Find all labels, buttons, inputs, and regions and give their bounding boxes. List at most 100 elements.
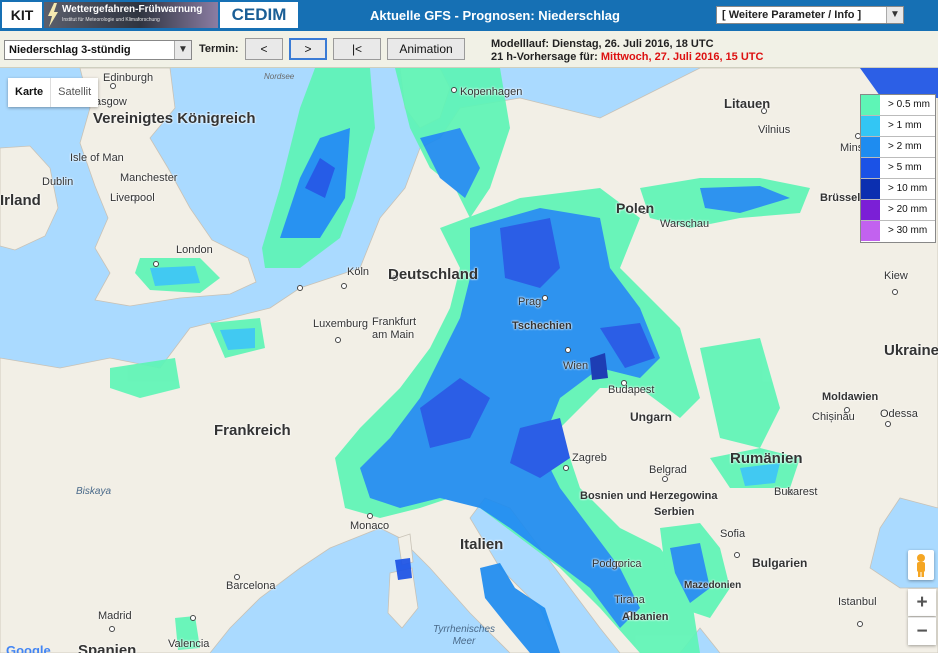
country-label-rumaenien: Rumänien [730,450,803,467]
country-label-tschechien: Tschechien [512,320,572,332]
country-label-moldawien: Moldawien [822,391,879,403]
legend-row: > 10 mm [861,179,935,200]
chevron-down-icon: ▼ [174,41,191,59]
city-label-liverpool: Liverpool [110,192,155,204]
precipitation-legend: > 0.5 mm > 1 mm > 2 mm > 5 mm > 10 mm > … [860,94,936,243]
legend-row: > 5 mm [861,158,935,179]
country-label-italien: Italien [460,536,504,553]
product-select[interactable]: Niederschlag 3-stündig ▼ [4,40,192,60]
city-label-istanbul: Istanbul [838,596,877,608]
city-label-kopenhagen: Kopenhagen [460,86,523,98]
country-label-bosnien: Bosnien und Herzegowina [580,490,718,502]
wettergefahren-logo-title: Wettergefahren-Frühwarnung [62,4,203,15]
legend-swatch-4 [861,179,880,199]
wettergefahren-logo-subtitle: Institut für Meteorologie und Klimaforsc… [62,17,160,23]
legend-label: > 5 mm [888,162,922,173]
next-button[interactable]: > [289,38,327,60]
map-type-control: Karte Satellit [8,78,99,107]
country-label-ungarn: Ungarn [630,410,672,424]
page-title: Aktuelle GFS - Prognosen: Niederschlag [370,8,620,23]
forecast-prefix: 21 h-Vorhersage für: [491,51,598,63]
parameter-info-select-value: [ Weitere Parameter / Info ] [722,9,862,21]
precipitation-map[interactable]: Vereinigtes Königreich Irland Frankreich… [0,68,938,653]
city-label-barcelona: Barcelona [226,580,276,592]
city-label-podgorica: Podgorica [592,558,642,570]
country-label-mazedonien: Mazedonien [684,580,742,591]
legend-swatch-1 [861,116,880,136]
country-label-ukraine: Ukraine [884,342,938,359]
country-label-bulgarien: Bulgarien [752,556,808,570]
app-header: KIT Wettergefahren-Frühwarnung Institut … [0,0,938,31]
city-label-valencia: Valencia [168,638,210,650]
city-label-wien: Wien [563,360,589,372]
country-label-litauen: Litauen [724,96,771,111]
toolbar: Niederschlag 3-stündig ▼ Termin: < > |< … [0,31,938,68]
city-label-luxemburg: Luxemburg [313,318,369,330]
parameter-info-select[interactable]: [ Weitere Parameter / Info ] ▼ [716,6,904,24]
city-label-edinburgh: Edinburgh [103,72,154,84]
legend-row: > 1 mm [861,116,935,137]
city-label-zagreb: Zagreb [572,452,607,464]
legend-row: > 2 mm [861,137,935,158]
city-label-manchester: Manchester [120,172,178,184]
legend-label: > 2 mm [888,141,922,152]
pegman-icon [917,554,925,577]
country-label-frankreich: Frankreich [214,422,291,439]
city-label-madrid: Madrid [98,610,132,622]
cedim-logo-text: CEDIM [231,5,287,24]
city-label-london: London [176,244,213,256]
zoom-out-button[interactable]: − [908,617,936,645]
legend-swatch-6 [861,221,880,241]
city-label-prag: Prag [518,296,542,308]
city-label-bukarest: Bukarest [774,486,818,498]
forecast-info: 21 h-Vorhersage für: Mittwoch, 27. Juli … [491,51,763,63]
lightning-icon [48,3,58,27]
legend-row: > 30 mm [861,221,935,242]
country-label-polen: Polen [616,200,655,216]
legend-label: > 30 mm [888,225,928,236]
map-type-satellit[interactable]: Satellit [50,78,98,107]
cedim-logo[interactable]: CEDIM [220,2,298,28]
country-label-albanien: Albanien [622,611,669,623]
city-label-odessa: Odessa [880,408,918,420]
kit-logo-text: KIT [10,7,34,23]
wettergefahren-logo[interactable]: Wettergefahren-Frühwarnung Institut für … [44,2,218,28]
legend-swatch-2 [861,137,880,157]
animation-button[interactable]: Animation [387,38,465,60]
termin-label: Termin: [199,43,239,55]
city-label-isle-of-man: Isle of Man [70,152,124,164]
google-logo: Google [6,643,51,653]
city-label-kiew: Kiew [884,270,908,282]
country-label-uk: Vereinigtes Königreich [93,110,256,127]
model-run-info: Modelllauf: Dienstag, 26. Juli 2016, 18 … [491,38,714,50]
city-label-koeln: Köln [347,266,370,278]
city-label-sofia: Sofia [720,528,746,540]
sea-label-biskaya: Biskaya [76,486,112,497]
previous-button[interactable]: < [245,38,283,60]
legend-row: > 20 mm [861,200,935,221]
map-type-karte[interactable]: Karte [8,78,50,107]
legend-row: > 0.5 mm [861,95,935,116]
legend-swatch-3 [861,158,880,178]
legend-label: > 10 mm [888,183,928,194]
legend-swatch-0 [861,95,880,115]
kit-logo[interactable]: KIT [2,2,42,28]
city-label-frankfurt: Frankfurt am Main [372,316,417,341]
city-label-belgrad: Belgrad [649,464,687,476]
street-view-button[interactable] [908,550,934,580]
first-button[interactable]: |< [333,38,381,60]
country-label-spanien: Spanien [78,642,137,653]
city-label-chisinau: Chișinău [812,411,855,423]
legend-label: > 0.5 mm [888,99,930,110]
country-label-deutschland: Deutschland [388,266,479,283]
city-label-tirana: Tirana [614,594,645,606]
product-select-value: Niederschlag 3-stündig [9,44,131,56]
country-label-serbien: Serbien [654,506,695,518]
legend-swatch-5 [861,200,880,220]
city-label-vilnius: Vilnius [758,124,791,136]
city-label-monaco: Monaco [350,520,390,532]
country-label-irland: Irland [0,192,41,209]
zoom-in-button[interactable]: + [908,589,936,616]
city-label-budapest: Budapest [608,384,655,396]
city-label-bruessel: Brüssel [820,192,861,204]
